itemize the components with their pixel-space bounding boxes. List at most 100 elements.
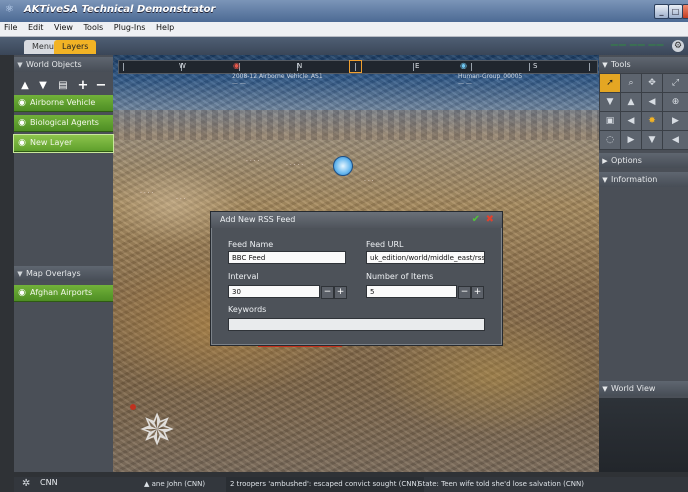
resize-tool-icon[interactable]: ⤢: [662, 73, 688, 93]
horizon-mountains: [113, 110, 599, 140]
minimize-button[interactable]: _: [654, 4, 669, 19]
view-cursor-marker[interactable]: [349, 60, 362, 73]
layer-airborne-vehicle[interactable]: ◉ Airborne Vehicle: [14, 95, 113, 112]
zoom-in-icon[interactable]: ⊕: [662, 92, 688, 112]
collapse-icon: ▼: [17, 61, 23, 69]
collapse-icon: ▼: [602, 176, 608, 184]
pan-tool-icon[interactable]: ✥: [641, 73, 663, 93]
map-label: · · · · ·: [286, 162, 304, 169]
visibility-eye-icon[interactable]: ◉: [14, 95, 30, 111]
nav-tool-3-icon[interactable]: ◀: [641, 92, 663, 112]
settings-gear-icon[interactable]: ⚙: [672, 40, 684, 52]
ruler-label-s: S: [533, 62, 538, 70]
human-group-marker-icon[interactable]: ◉: [460, 61, 467, 70]
title-bar: ⚛ AKTiveSA Technical Demonstrator _ □: [0, 0, 688, 22]
add-rss-feed-dialog: Add New RSS Feed ✔ ✖ Feed Name BBC Feed …: [210, 211, 503, 346]
move-down-button[interactable]: ▼: [36, 79, 50, 93]
feed-source-label: CNN: [40, 478, 58, 487]
map-label: · · · ·: [140, 190, 154, 197]
layer-new-layer[interactable]: ◉ New Layer: [13, 134, 114, 153]
menu-view[interactable]: View: [50, 22, 77, 32]
map-label: · · ·: [176, 196, 186, 203]
nav-tool-8-icon[interactable]: ▶: [620, 130, 642, 150]
number-of-items-input[interactable]: 5: [366, 285, 457, 298]
nav-tool-7-icon[interactable]: ◌: [599, 130, 621, 150]
feed-name-label: Feed Name: [228, 240, 274, 249]
feed-cluster-icon[interactable]: [333, 156, 353, 176]
app-icon: ⚛: [5, 4, 14, 15]
visibility-eye-icon[interactable]: ◉: [14, 115, 30, 131]
layer-biological-agents[interactable]: ◉ Biological Agents: [14, 115, 113, 132]
feed-name-input[interactable]: BBC Feed: [228, 251, 346, 264]
options-header[interactable]: ▶ Options: [599, 153, 688, 168]
visibility-eye-icon[interactable]: ◉: [14, 135, 30, 151]
collapse-icon: ▼: [17, 270, 23, 278]
world-view-minimap[interactable]: [599, 398, 688, 472]
zoom-tool-icon[interactable]: ⌕: [620, 73, 642, 93]
interval-decrement-button[interactable]: −: [321, 286, 334, 299]
map-label: · · · ·: [246, 158, 260, 165]
nav-tool-5-icon[interactable]: ◀: [620, 111, 642, 131]
ticker-item[interactable]: State: Teen wife told she'd lose salvati…: [418, 477, 584, 492]
interval-increment-button[interactable]: +: [334, 286, 347, 299]
select-tool-icon[interactable]: ➚: [599, 73, 621, 93]
window-title: AKTiveSA Technical Demonstrator: [24, 4, 216, 15]
cancel-x-icon[interactable]: ✖: [486, 212, 494, 228]
ticker-item[interactable]: ▲ ane John (CNN): [144, 477, 205, 492]
menu-plugins[interactable]: Plug-Ins: [110, 22, 150, 32]
remove-layer-button[interactable]: −: [94, 79, 108, 93]
visibility-eye-icon[interactable]: ◉: [14, 285, 30, 301]
menu-bar: File Edit View Tools Plug-Ins Help: [0, 22, 688, 37]
add-layer-button[interactable]: +: [76, 79, 90, 93]
confirm-check-icon[interactable]: ✔: [472, 212, 480, 228]
interval-input[interactable]: 30: [228, 285, 320, 298]
world-objects-header[interactable]: ▼ World Objects: [14, 57, 113, 72]
feed-settings-gear-icon[interactable]: ✲: [22, 478, 34, 490]
marker-label-human: Human-Group_00005: [458, 73, 523, 80]
items-increment-button[interactable]: +: [471, 286, 484, 299]
right-panel: ▼ Tools ➚ ⌕ ✥ ⤢ ▼ ▲ ◀ ⊕ ▣ ◀ ✸ ▶ ◌ ▶ ▼ ◀ ▶…: [599, 55, 688, 472]
ruler-label-e: E: [415, 62, 420, 70]
tools-header[interactable]: ▼ Tools: [599, 57, 688, 72]
feed-url-label: Feed URL: [366, 240, 404, 249]
layer-afghan-airports[interactable]: ◉ Afghan Airports: [14, 285, 113, 302]
collapse-icon: ▼: [602, 385, 608, 393]
vehicle-marker-icon[interactable]: ◉: [233, 61, 240, 70]
nav-tool-1-icon[interactable]: ▼: [599, 92, 621, 112]
keywords-input[interactable]: [228, 318, 485, 331]
move-up-button[interactable]: ▲: [18, 79, 32, 93]
marker-label-vehicle: 2008-12 Airborne Vehicle_AS1: [232, 73, 323, 80]
nav-tool-10-icon[interactable]: ◀: [662, 130, 688, 150]
compass-rose-icon[interactable]: ✵: [134, 408, 180, 454]
map-overlays-header[interactable]: ▼ Map Overlays: [14, 266, 113, 281]
items-decrement-button[interactable]: −: [458, 286, 471, 299]
world-view-header[interactable]: ▼ World View: [599, 381, 688, 396]
information-header[interactable]: ▼ Information: [599, 172, 688, 187]
menu-edit[interactable]: Edit: [24, 22, 48, 32]
collapse-icon: ▼: [602, 61, 608, 69]
news-ticker[interactable]: ▲ ane John (CNN) 2 troopers 'ambushed': …: [140, 477, 600, 492]
tab-layers[interactable]: Layers: [54, 40, 97, 54]
expand-icon: ▶: [602, 157, 608, 165]
nav-tool-4-icon[interactable]: ▣: [599, 111, 621, 131]
feed-url-input[interactable]: uk_edition/world/middle_east/rss.xml: [366, 251, 485, 264]
ticker-item[interactable]: 2 troopers 'ambushed': escaped convict s…: [226, 477, 424, 492]
dialog-title: Add New RSS Feed: [220, 215, 296, 224]
nav-tool-9-icon[interactable]: ▼: [641, 130, 663, 150]
close-button[interactable]: [682, 4, 688, 19]
map-label: · · ·: [364, 178, 374, 185]
nav-tool-6-icon[interactable]: ▶: [662, 111, 688, 131]
compass-ruler[interactable]: W N E S ◉ ◉: [118, 60, 598, 74]
left-panel: ▼ World Objects ▲ ▼ ▤ + − ◉ Airborne Vehic…: [13, 55, 114, 472]
menu-help[interactable]: Help: [152, 22, 178, 32]
number-of-items-label: Number of Items: [366, 272, 434, 281]
menu-file[interactable]: File: [0, 22, 21, 32]
nav-center-icon[interactable]: ✸: [641, 111, 663, 131]
marker-distance-vehicle: — —: [232, 80, 246, 87]
properties-button[interactable]: ▤: [56, 79, 70, 93]
ruler-label-w: W: [179, 62, 186, 70]
menu-tools[interactable]: Tools: [80, 22, 108, 32]
maximize-button[interactable]: □: [668, 4, 683, 19]
toolbar-status-text: —— —— ——: [610, 40, 664, 49]
nav-tool-2-icon[interactable]: ▲: [620, 92, 642, 112]
